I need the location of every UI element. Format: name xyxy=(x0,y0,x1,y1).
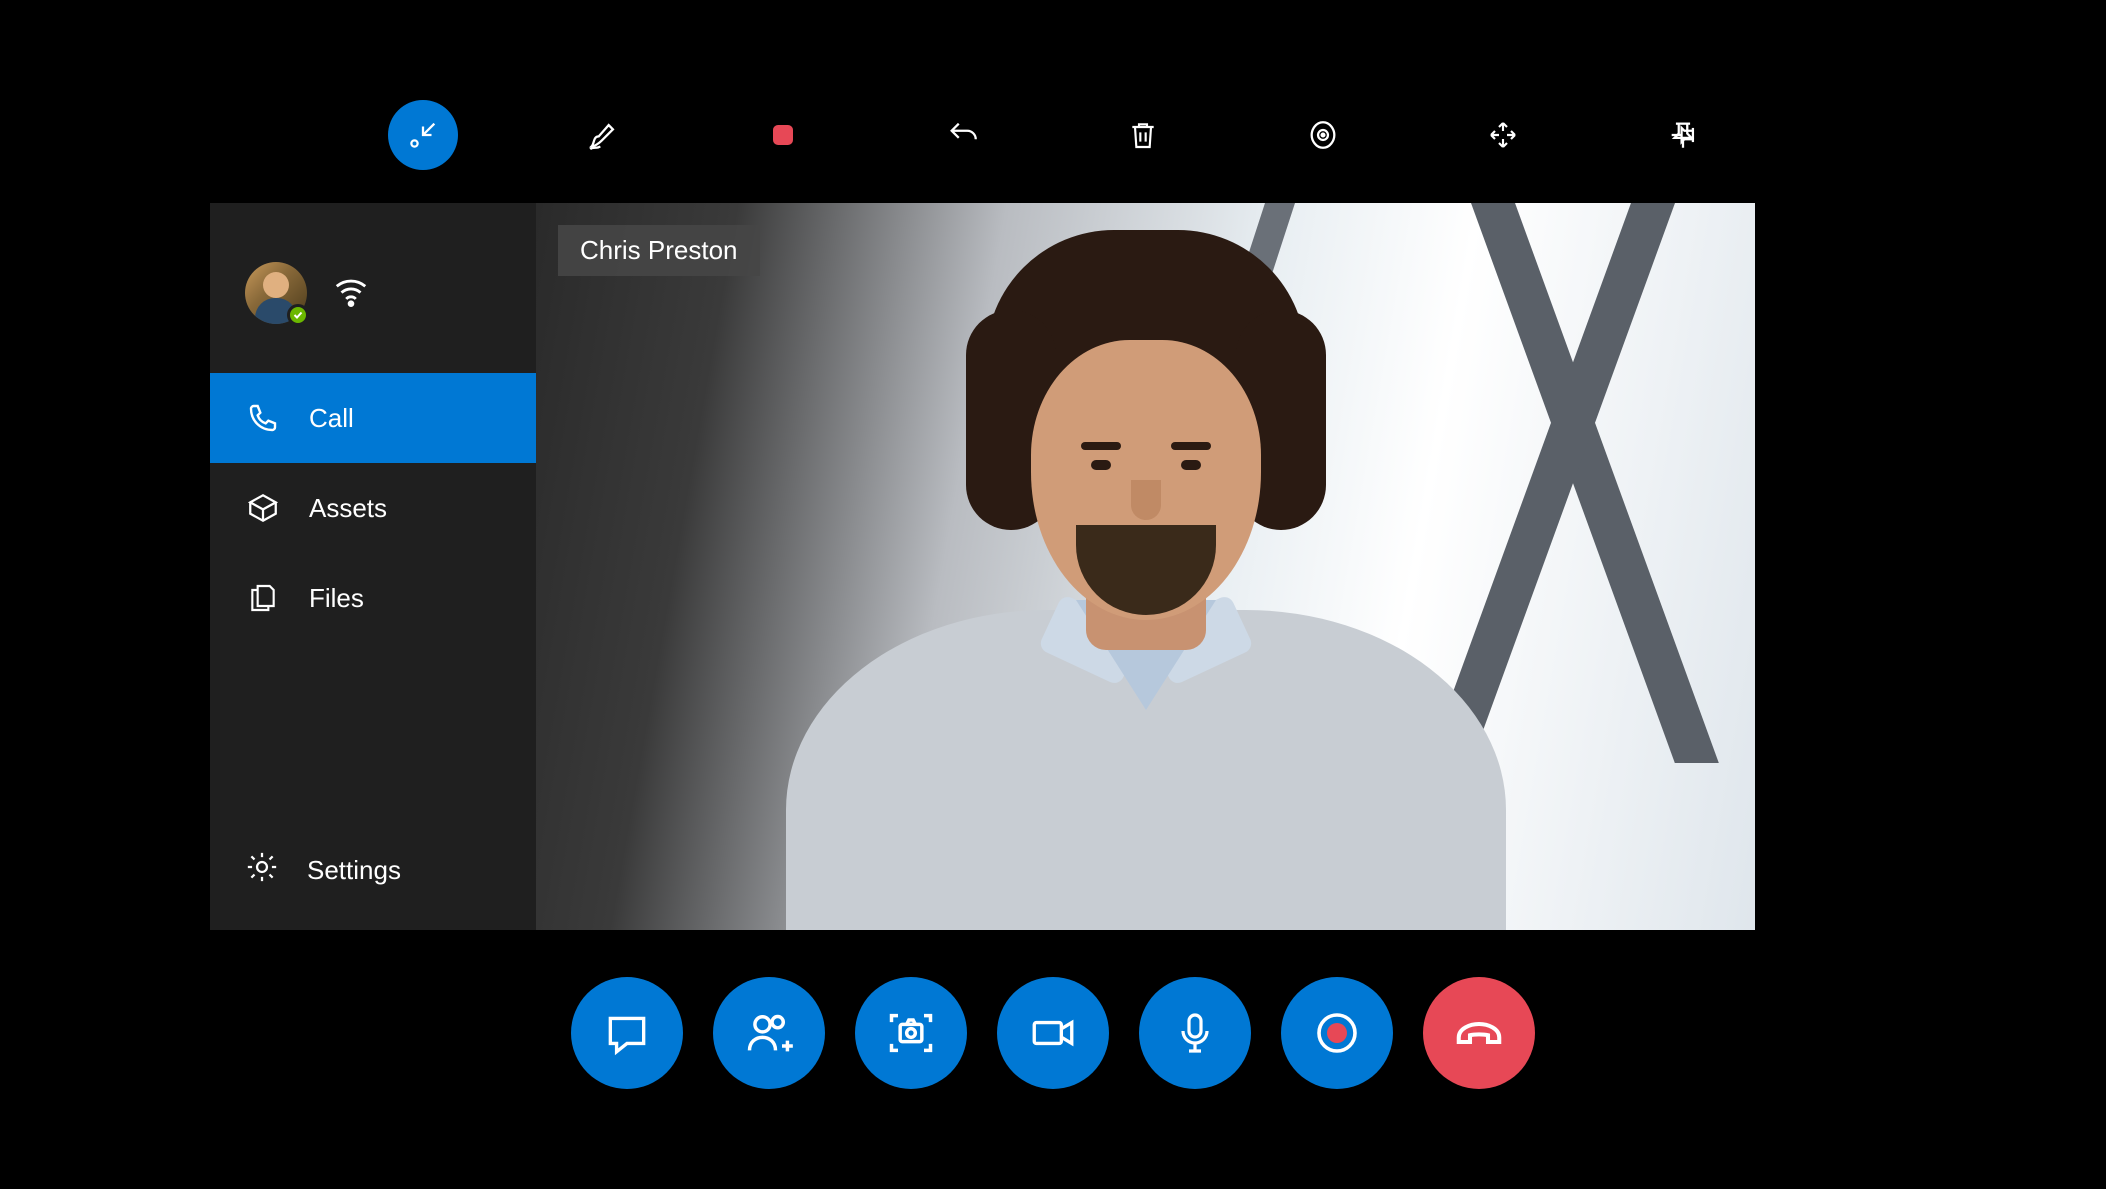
sidebar-header xyxy=(210,203,536,373)
undo-button[interactable] xyxy=(928,100,998,170)
record-button[interactable] xyxy=(1281,977,1393,1089)
files-icon xyxy=(245,582,281,614)
caller-name-tag: Chris Preston xyxy=(558,225,760,276)
assets-icon xyxy=(245,491,281,525)
sidebar-item-files[interactable]: Files xyxy=(210,553,536,643)
sidebar-item-call[interactable]: Call xyxy=(210,373,536,463)
stop-icon xyxy=(768,120,798,150)
gear-icon xyxy=(245,850,279,891)
move-icon xyxy=(1487,119,1519,151)
caller-name: Chris Preston xyxy=(580,235,738,265)
add-participant-button[interactable] xyxy=(713,977,825,1089)
snapshot-icon xyxy=(885,1007,937,1059)
undo-icon xyxy=(946,118,980,152)
sidebar-item-label: Call xyxy=(309,403,354,434)
move-button[interactable] xyxy=(1468,100,1538,170)
video-feed: Chris Preston xyxy=(536,203,1755,930)
video-button[interactable] xyxy=(997,977,1109,1089)
collapse-icon xyxy=(406,118,440,152)
phone-icon xyxy=(245,402,281,434)
mic-icon xyxy=(1171,1009,1219,1057)
sidebar-item-assets[interactable]: Assets xyxy=(210,463,536,553)
delete-button[interactable] xyxy=(1108,100,1178,170)
add-participant-icon xyxy=(743,1007,795,1059)
snapshot-button[interactable] xyxy=(855,977,967,1089)
wifi-icon xyxy=(332,272,370,315)
draw-button[interactable] xyxy=(568,100,638,170)
sidebar-item-label: Files xyxy=(309,583,364,614)
presence-available-icon xyxy=(287,304,309,326)
avatar[interactable] xyxy=(245,262,307,324)
mic-button[interactable] xyxy=(1139,977,1251,1089)
record-icon xyxy=(1313,1009,1361,1057)
main-window: Call Assets xyxy=(210,203,1755,930)
delete-icon xyxy=(1127,119,1159,151)
stop-button[interactable] xyxy=(748,100,818,170)
sidebar: Call Assets xyxy=(210,203,536,930)
gaze-button[interactable] xyxy=(1288,100,1358,170)
video-icon xyxy=(1028,1008,1078,1058)
sidebar-item-label: Assets xyxy=(309,493,387,524)
collapse-button[interactable] xyxy=(388,100,458,170)
chat-button[interactable] xyxy=(571,977,683,1089)
sidebar-item-settings[interactable]: Settings xyxy=(210,810,536,930)
sidebar-item-label: Settings xyxy=(307,855,401,886)
chat-icon xyxy=(602,1008,652,1058)
pin-button[interactable] xyxy=(1648,100,1718,170)
top-toolbar xyxy=(0,100,2106,170)
call-controls xyxy=(0,977,2106,1089)
end-call-icon xyxy=(1452,1006,1506,1060)
sidebar-nav: Call Assets xyxy=(210,373,536,643)
gaze-icon xyxy=(1306,118,1340,152)
end-call-button[interactable] xyxy=(1423,977,1535,1089)
draw-icon xyxy=(586,118,620,152)
